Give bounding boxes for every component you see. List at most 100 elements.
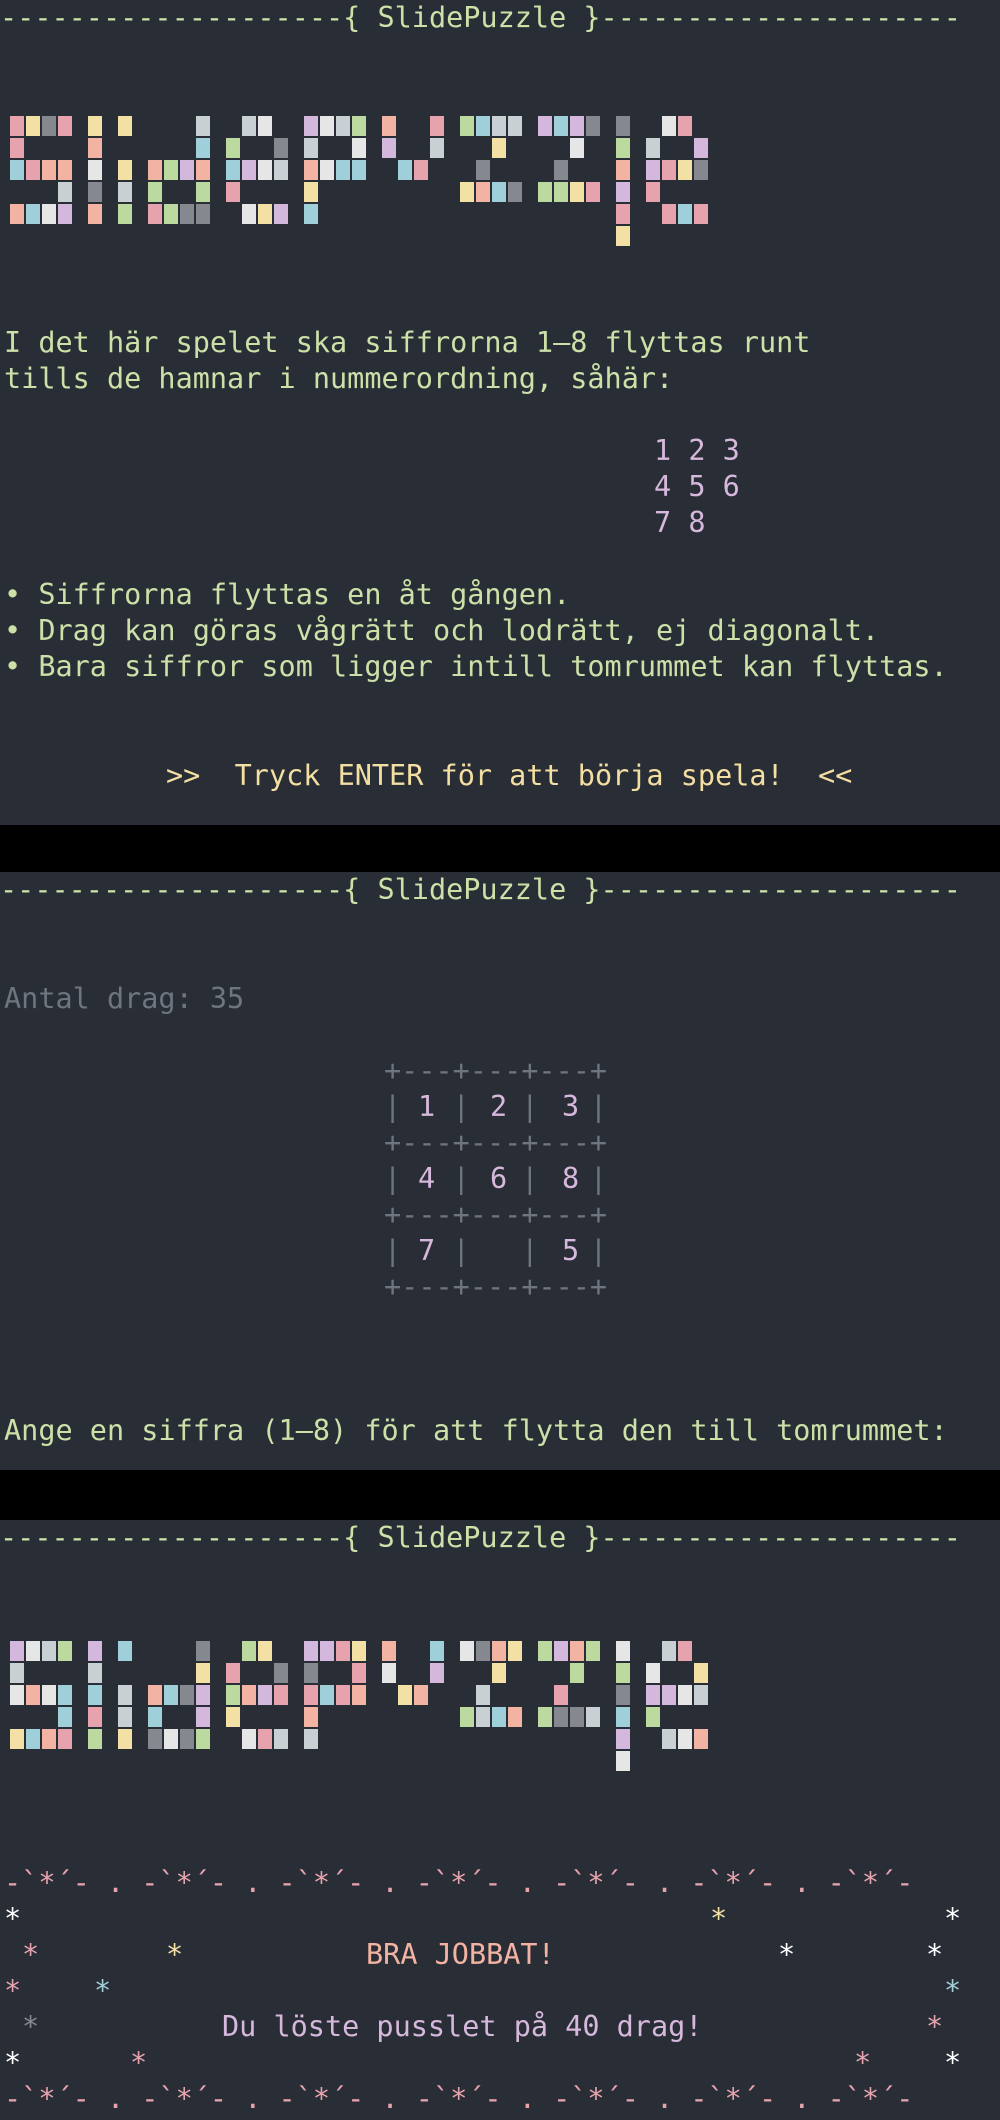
logo-block: [646, 182, 660, 202]
logo-block: [118, 1729, 132, 1749]
slidepuzzle-logo: [10, 116, 708, 246]
star-decoration: *: [710, 1902, 728, 1935]
logo-block: [10, 1641, 24, 1661]
title-bar: --------------------{ SlidePuzzle }-----…: [0, 1521, 961, 1554]
tile[interactable]: 8: [562, 1161, 579, 1197]
star-decoration: *: [926, 1938, 944, 1971]
logo-block: [694, 204, 708, 224]
logo-block: [662, 1685, 676, 1705]
logo-block: [58, 116, 72, 136]
logo-block: [492, 138, 506, 158]
logo-block: [58, 1685, 72, 1705]
logo-block: [118, 182, 132, 202]
logo-block: [662, 116, 676, 136]
star-decoration: *: [4, 2046, 22, 2079]
logo-block: [586, 182, 600, 202]
logo-block: [26, 1685, 40, 1705]
logo-block: [646, 138, 660, 158]
logo-block: [646, 160, 660, 180]
example-row-1: 1 2 3: [654, 434, 740, 467]
tile[interactable]: 4: [418, 1161, 435, 1197]
logo-block: [678, 204, 692, 224]
logo-block: [694, 160, 708, 180]
example-row-3: 7 8: [654, 506, 706, 539]
grid-border: +---+---+---+: [384, 1126, 608, 1159]
logo-block: [42, 116, 56, 136]
logo-block: [58, 1641, 72, 1661]
logo-block: [616, 1751, 630, 1771]
logo-block: [226, 182, 240, 202]
logo-block: [460, 1707, 474, 1727]
logo-block: [476, 160, 490, 180]
star-decoration: *: [4, 1902, 22, 1935]
logo-block: [616, 182, 630, 202]
logo-block: [460, 116, 474, 136]
logo-block: [352, 116, 366, 136]
logo-block: [148, 1729, 162, 1749]
title-bar: --------------------{ SlidePuzzle }-----…: [0, 1, 961, 34]
logo-block: [352, 160, 366, 180]
logo-block: [678, 1641, 692, 1661]
logo-block: [88, 1663, 102, 1683]
logo-block: [226, 1707, 240, 1727]
tile[interactable]: 7: [418, 1233, 435, 1269]
logo-block: [196, 182, 210, 202]
logo-block: [148, 1707, 162, 1727]
logo-block: [118, 204, 132, 224]
logo-block: [164, 1685, 178, 1705]
logo-block: [616, 1729, 630, 1749]
tile[interactable]: 6: [490, 1161, 507, 1197]
logo-block: [476, 116, 490, 136]
logo-block: [398, 160, 412, 180]
input-prompt[interactable]: Ange en siffra (1–8) för att flytta den …: [4, 1413, 948, 1449]
logo-block: [678, 116, 692, 136]
logo-block: [538, 1641, 552, 1661]
logo-block: [616, 1685, 630, 1705]
logo-block: [304, 1641, 318, 1661]
logo-block: [476, 1707, 490, 1727]
move-counter: Antal drag: 35: [4, 982, 245, 1015]
logo-block: [242, 1641, 256, 1661]
logo-block: [88, 204, 102, 224]
tile[interactable]: 1: [418, 1089, 435, 1125]
logo-block: [460, 182, 474, 202]
tile[interactable]: 2: [490, 1089, 507, 1125]
logo-block: [196, 1663, 210, 1683]
star-decoration: *: [944, 1974, 962, 2007]
logo-block: [382, 138, 396, 158]
logo-block: [352, 138, 366, 158]
logo-block: [274, 160, 288, 180]
logo-block: [196, 204, 210, 224]
logo-block: [616, 138, 630, 158]
logo-block: [554, 1685, 568, 1705]
logo-block: [508, 1707, 522, 1727]
logo-block: [570, 116, 584, 136]
logo-block: [570, 1707, 584, 1727]
logo-block: [226, 1663, 240, 1683]
logo-block: [180, 160, 194, 180]
logo-block: [430, 1641, 444, 1661]
logo-block: [58, 1707, 72, 1727]
logo-block: [336, 1685, 350, 1705]
logo-block: [320, 116, 334, 136]
logo-block: [398, 1685, 412, 1705]
star-decoration: *: [94, 1974, 112, 2007]
logo-block: [586, 1641, 600, 1661]
win-headline: BRA JOBBAT!: [366, 1938, 555, 1971]
logo-block: [538, 1707, 552, 1727]
logo-block: [616, 204, 630, 224]
logo-block: [118, 1685, 132, 1705]
logo-block: [492, 1641, 506, 1661]
logo-block: [694, 1663, 708, 1683]
logo-block: [508, 116, 522, 136]
logo-block: [304, 1685, 318, 1705]
logo-block: [492, 182, 506, 202]
logo-block: [694, 138, 708, 158]
logo-block: [476, 1685, 490, 1705]
tile[interactable]: 3: [562, 1089, 579, 1125]
start-prompt[interactable]: >> Tryck ENTER för att börja spela! <<: [166, 758, 852, 794]
tile[interactable]: 5: [562, 1233, 579, 1269]
logo-block: [678, 1729, 692, 1749]
logo-block: [88, 1729, 102, 1749]
logo-block: [180, 204, 194, 224]
